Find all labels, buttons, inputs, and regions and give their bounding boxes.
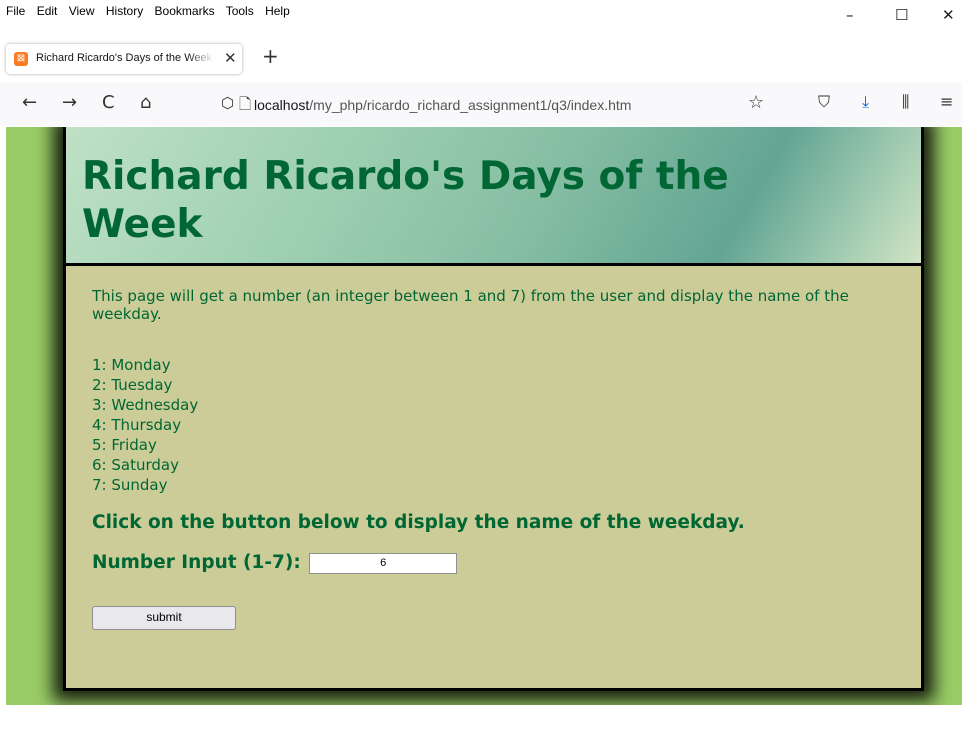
weekday-item: 5: Friday — [92, 436, 157, 454]
page-title: Richard Ricardo's Days of the Week — [82, 154, 729, 247]
weekday-item: 2: Tuesday — [92, 376, 173, 394]
number-input-row: Number Input (1-7): — [92, 551, 892, 575]
weekday-item: 1: Monday — [92, 356, 171, 374]
menu-bookmarks[interactable]: Bookmarks — [155, 4, 215, 18]
tab-title: Richard Ricardo's Days of the Week — [36, 52, 213, 64]
url-host: localhost — [254, 97, 310, 113]
forward-icon[interactable]: → — [62, 92, 77, 113]
page-viewport: Richard Ricardo's Days of the Week This … — [6, 127, 962, 705]
pocket-icon[interactable]: ⛉ — [818, 92, 830, 112]
bookmark-star-icon[interactable]: ☆ — [748, 92, 764, 113]
weekday-item: 4: Thursday — [92, 416, 182, 434]
page-icon[interactable]: 🗋 — [239, 94, 251, 119]
weekday-list: 1: Monday 2: Tuesday 3: Wednesday 4: Thu… — [92, 355, 892, 495]
number-input-label: Number Input (1-7): — [92, 552, 301, 573]
maximize-icon[interactable]: ☐ — [895, 6, 908, 24]
page-container: Richard Ricardo's Days of the Week This … — [63, 127, 924, 691]
page-header: Richard Ricardo's Days of the Week — [66, 127, 921, 266]
weekday-item: 7: Sunday — [92, 476, 168, 494]
xampp-favicon-icon: ⊠ — [14, 52, 28, 66]
new-tab-icon[interactable]: + — [262, 44, 279, 68]
weekday-item: 6: Saturday — [92, 456, 179, 474]
menu-view[interactable]: View — [69, 4, 95, 18]
menu-tools[interactable]: Tools — [226, 4, 254, 18]
url-bar[interactable]: ⬡ 🗋 localhost/my_php/ricardo_richard_ass… — [213, 89, 783, 119]
page-content: This page will get a number (an integer … — [92, 287, 892, 630]
menu-items: File Edit View History Bookmarks Tools H… — [6, 4, 298, 18]
url-path: /my_php/ricardo_richard_assignment1/q3/i… — [309, 97, 632, 113]
menu-edit[interactable]: Edit — [37, 4, 58, 18]
back-icon[interactable]: ← — [22, 92, 37, 113]
close-window-icon[interactable]: ✕ — [942, 6, 955, 24]
browser-tab[interactable]: ⊠ Richard Ricardo's Days of the Week ✕ — [6, 44, 242, 74]
download-icon[interactable]: ⤓ — [862, 92, 869, 112]
shield-icon[interactable]: ⬡ — [221, 94, 234, 112]
library-icon[interactable]: ⫼ — [902, 92, 909, 112]
number-input[interactable] — [309, 552, 458, 574]
minimize-icon[interactable]: – — [846, 6, 854, 24]
menu-history[interactable]: History — [106, 4, 143, 18]
instruction-text: Click on the button below to display the… — [92, 512, 745, 533]
reload-icon[interactable]: C — [102, 92, 115, 113]
home-icon[interactable]: ⌂ — [140, 92, 151, 113]
tab-close-icon[interactable]: ✕ — [224, 49, 237, 67]
menu-file[interactable]: File — [6, 4, 25, 18]
menu-bar: File Edit View History Bookmarks Tools H… — [0, 0, 962, 34]
navigation-bar: ← → C ⌂ ⬡ 🗋 localhost/my_php/ricardo_ric… — [0, 82, 962, 126]
submit-button[interactable]: submit — [92, 606, 236, 630]
url-text[interactable]: localhost/my_php/ricardo_richard_assignm… — [254, 97, 631, 113]
weekday-item: 3: Wednesday — [92, 396, 199, 414]
intro-text: This page will get a number (an integer … — [92, 287, 849, 323]
hamburger-menu-icon[interactable]: ≡ — [940, 92, 953, 111]
menu-help[interactable]: Help — [265, 4, 290, 18]
